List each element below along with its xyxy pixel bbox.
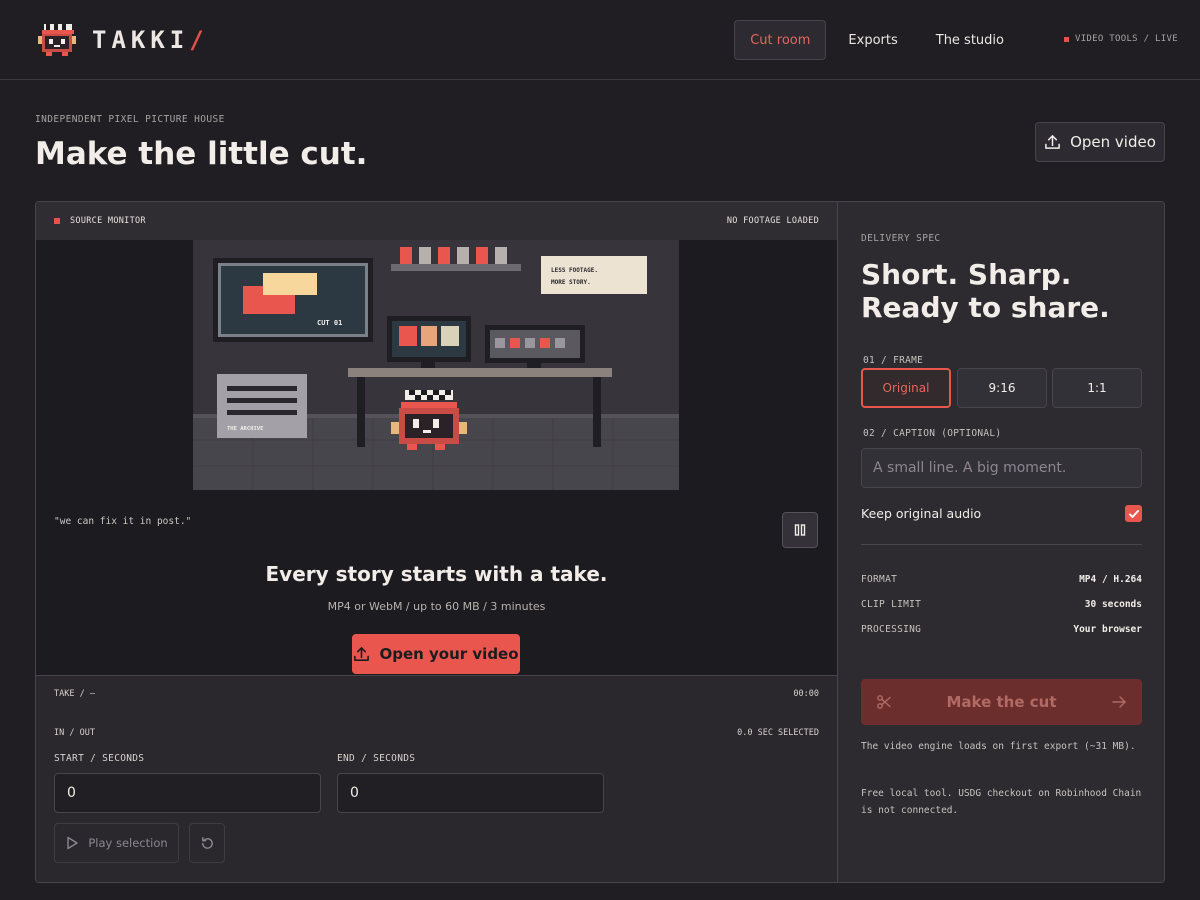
delivery-title-line-2: Ready to share.: [861, 291, 1110, 324]
pause-button[interactable]: [782, 512, 818, 548]
editor-card: SOURCE MONITOR NO FOOTAGE LOADED CUT 01: [35, 201, 1165, 883]
start-seconds-input[interactable]: 0: [54, 773, 321, 813]
open-video-button[interactable]: Open video: [1035, 122, 1165, 162]
divider: [861, 544, 1142, 545]
arrow-right-icon: [1112, 696, 1126, 708]
brand-wordmark: TAKKI/: [92, 26, 209, 54]
open-video-label: Open video: [1070, 133, 1156, 151]
reset-button[interactable]: [189, 823, 225, 863]
take-label: TAKE / —: [54, 688, 95, 699]
end-label: END / SECONDS: [337, 753, 416, 764]
poster-line-1: LESS FOOTAGE.: [551, 267, 598, 274]
screen-label: CUT 01: [317, 319, 342, 327]
spec-value: MP4 / H.264: [1079, 574, 1142, 585]
tagline-quote: "we can fix it in post.": [54, 516, 192, 527]
start-label: START / SECONDS: [54, 753, 145, 764]
end-seconds-input[interactable]: 0: [337, 773, 604, 813]
frame-9-16-button[interactable]: 9:16: [957, 368, 1047, 408]
spec-value: 30 seconds: [1084, 599, 1142, 610]
preview-stage: CUT 01 LESS FOOTAGE. MORE STORY. THE ARC…: [36, 240, 837, 490]
spec-key: FORMAT: [861, 574, 898, 585]
pause-icon: [794, 524, 806, 536]
spec-row-clip-limit: CLIP LIMIT 30 seconds: [861, 599, 1142, 610]
engine-note: The video engine loads on first export (…: [861, 741, 1136, 752]
make-the-cut-label: Make the cut: [946, 693, 1057, 711]
selection-duration: 0.0 SEC SELECTED: [737, 728, 819, 738]
poster-line-2: MORE STORY.: [551, 279, 591, 286]
spec-row-processing: PROCESSING Your browser: [861, 624, 1142, 635]
spec-key: PROCESSING: [861, 624, 922, 635]
caption-input[interactable]: [861, 448, 1142, 488]
upload-icon: [354, 646, 370, 661]
trim-controls: IN / OUT 0.0 SEC SELECTED START / SECOND…: [36, 711, 837, 882]
play-selection-label: Play selection: [88, 836, 168, 850]
empty-state: "we can fix it in post." Every story sta…: [36, 490, 837, 675]
timecode: 00:00: [793, 688, 819, 699]
play-icon: [67, 836, 79, 850]
check-icon: [1128, 509, 1139, 518]
delivery-eyebrow: DELIVERY SPEC: [861, 233, 941, 244]
top-bar: TAKKI/ Cut room Exports The studio VIDEO…: [0, 0, 1200, 80]
keep-audio-checkbox[interactable]: [1125, 505, 1142, 522]
frame-original-button[interactable]: Original: [861, 368, 951, 408]
monitor-label: SOURCE MONITOR: [70, 216, 146, 226]
upload-icon: [1045, 134, 1060, 149]
delivery-title: Short. Sharp. Ready to share.: [861, 258, 1151, 324]
status-text: VIDEO TOOLS / LIVE: [1075, 34, 1178, 44]
nav-exports[interactable]: Exports: [832, 20, 913, 60]
nav-cut-room[interactable]: Cut room: [734, 20, 827, 60]
spec-key: CLIP LIMIT: [861, 599, 922, 610]
caption-label: 02 / CAPTION (OPTIONAL): [863, 428, 1002, 439]
take-bar: TAKE / — 00:00: [36, 675, 837, 711]
main-nav: Cut room Exports The studio: [734, 20, 1020, 60]
footage-status: NO FOOTAGE LOADED: [726, 216, 819, 226]
delivery-spec-panel: DELIVERY SPEC Short. Sharp. Ready to sha…: [837, 202, 1164, 882]
in-out-label: IN / OUT: [54, 728, 95, 738]
reset-icon: [201, 836, 213, 849]
page-eyebrow: INDEPENDENT PIXEL PICTURE HOUSE: [35, 114, 225, 125]
frame-1-1-button[interactable]: 1:1: [1052, 368, 1142, 408]
live-dot-icon: [1064, 36, 1069, 42]
play-selection-button[interactable]: Play selection: [54, 823, 179, 863]
source-monitor-panel: SOURCE MONITOR NO FOOTAGE LOADED CUT 01: [36, 202, 837, 882]
logo[interactable]: TAKKI/: [36, 22, 209, 58]
clapper-mascot-icon: [38, 24, 76, 56]
spec-row-format: FORMAT MP4 / H.264: [861, 574, 1142, 585]
file-requirements: MP4 or WebM / up to 60 MB / 3 minutes: [327, 600, 546, 613]
keep-audio-label: Keep original audio: [861, 506, 982, 521]
nav-the-studio[interactable]: The studio: [920, 20, 1020, 60]
pixel-studio-illustration: CUT 01 LESS FOOTAGE. MORE STORY. THE ARC…: [193, 240, 679, 490]
checkout-note: Free local tool. USDG checkout on Robinh…: [861, 788, 1142, 816]
make-the-cut-button[interactable]: Make the cut: [861, 679, 1142, 725]
monitor-bar: SOURCE MONITOR NO FOOTAGE LOADED: [36, 202, 837, 240]
open-your-video-label: Open your video: [379, 645, 519, 663]
monitor-indicator-icon: [54, 218, 60, 224]
status-indicator: VIDEO TOOLS / LIVE: [1064, 34, 1178, 44]
keep-audio-row: Keep original audio: [861, 505, 1142, 522]
page-title: Make the little cut.: [35, 136, 368, 172]
box-label: THE ARCHIVE: [227, 426, 263, 432]
empty-state-title: Every story starts with a take.: [265, 562, 608, 586]
spec-value: Your browser: [1073, 624, 1142, 635]
open-your-video-button[interactable]: Open your video: [352, 634, 520, 674]
frame-label: 01 / FRAME: [863, 355, 924, 366]
scissors-icon: [877, 695, 891, 709]
delivery-title-line-1: Short. Sharp.: [861, 258, 1072, 291]
